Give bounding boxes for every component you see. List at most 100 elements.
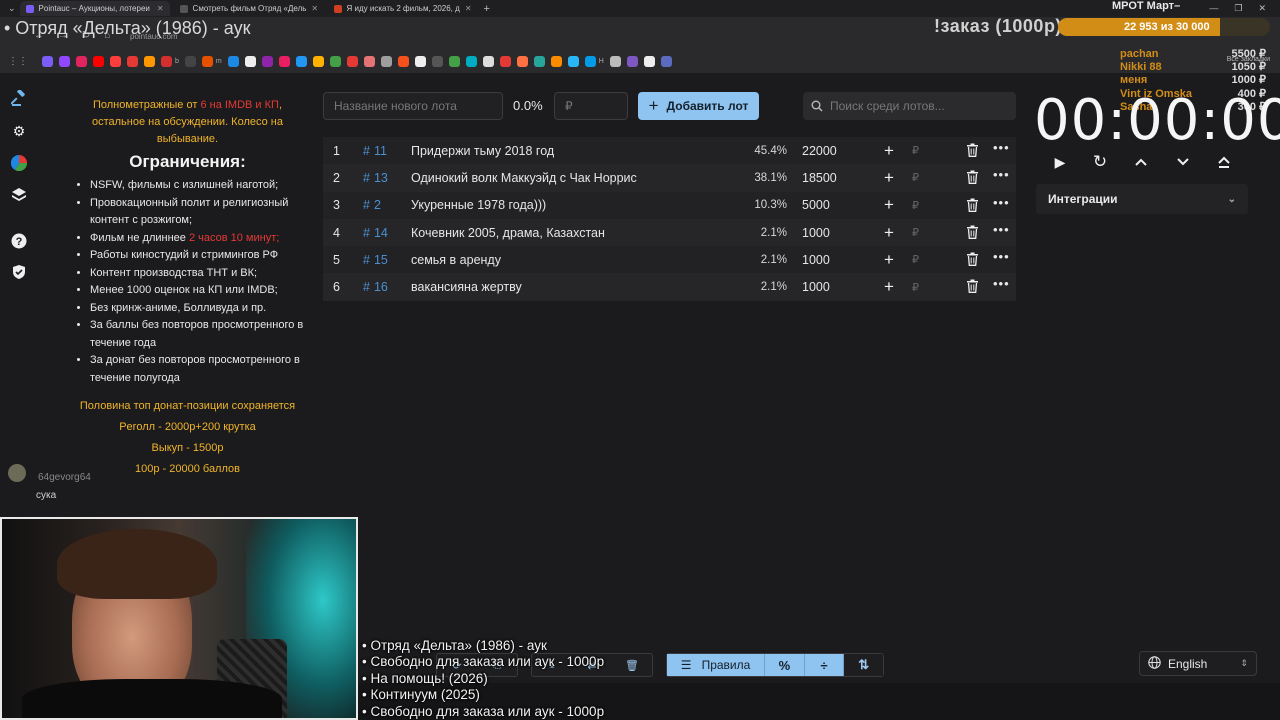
currency-input[interactable]: ₽ (912, 281, 919, 294)
bookmark-icon[interactable] (144, 55, 155, 67)
bookmark-icon[interactable] (643, 55, 655, 67)
bookmark-icon[interactable] (227, 55, 239, 67)
bookmark-icon[interactable] (59, 55, 70, 67)
divide-toggle-icon[interactable]: ÷ (803, 654, 844, 676)
bookmark-icon[interactable] (567, 55, 579, 67)
percent-toggle-icon[interactable]: % (764, 654, 804, 676)
new-lot-price-input[interactable] (554, 92, 628, 120)
tab-search[interactable]: Я иду искать 2 фильм, 2026, д ✕ (328, 1, 478, 16)
lot-id[interactable]: #14 (363, 226, 388, 240)
lot-amount[interactable]: 18500 (802, 171, 837, 185)
lot-name[interactable]: вакансияна жертву (411, 280, 522, 294)
currency-input[interactable]: ₽ (912, 226, 919, 239)
bookmark-icon[interactable] (278, 55, 290, 67)
gavel-icon[interactable] (10, 89, 28, 107)
new-lot-name-input[interactable] (323, 92, 503, 120)
bookmark-icon[interactable] (346, 55, 358, 67)
lot-name[interactable]: Кочевник 2005, драма, Казахстан (411, 226, 605, 240)
bookmark-icon[interactable] (312, 55, 324, 67)
delete-icon[interactable] (966, 198, 979, 212)
play-icon[interactable]: ▶ (1050, 152, 1070, 172)
bookmark-icon[interactable] (184, 55, 196, 67)
search-input[interactable] (823, 99, 1003, 113)
lot-name[interactable]: Укуренные 1978 года))) (411, 198, 546, 212)
lot-name[interactable]: Придержи тьму 2018 год (411, 144, 554, 158)
tab-list-icon[interactable]: ⌄ (8, 3, 16, 14)
bookmark-icon[interactable] (76, 55, 87, 67)
bookmark-icon[interactable] (584, 55, 596, 67)
tab-movie[interactable]: Смотреть фильм Отряд «Дель ✕ (174, 1, 324, 16)
more-options-icon[interactable]: ••• (993, 276, 1010, 291)
bookmark-icon[interactable] (329, 55, 341, 67)
restore-icon[interactable]: ❐ (1234, 3, 1242, 14)
bookmark-icon[interactable] (465, 55, 477, 67)
delete-icon[interactable] (966, 252, 979, 267)
lot-amount[interactable]: 5000 (802, 198, 830, 212)
close-icon[interactable]: ✕ (311, 4, 318, 13)
add-amount-icon[interactable]: + (884, 250, 894, 270)
close-icon[interactable]: ✕ (157, 4, 164, 13)
bookmark-icon[interactable] (550, 55, 562, 67)
currency-input[interactable]: ₽ (912, 253, 919, 266)
language-select[interactable]: English ⇕ (1139, 651, 1257, 676)
delete-icon[interactable] (966, 170, 979, 185)
bookmark-icon[interactable] (244, 55, 256, 67)
wheel-icon[interactable] (10, 154, 28, 172)
close-icon[interactable]: ✕ (465, 4, 472, 13)
lot-id[interactable]: #16 (363, 280, 388, 294)
add-amount-icon[interactable]: + (884, 223, 894, 243)
bookmark-icon[interactable] (609, 55, 621, 67)
bookmark-icon[interactable] (201, 55, 213, 67)
add-amount-icon[interactable]: + (884, 195, 894, 215)
lot-amount[interactable]: 1000 (802, 226, 830, 240)
bookmark-icon[interactable] (448, 55, 460, 67)
apps-icon[interactable]: ⋮⋮ (8, 56, 28, 67)
lot-id[interactable]: #11 (363, 144, 387, 158)
bookmark-icon[interactable] (626, 55, 638, 67)
bookmark-icon[interactable] (127, 55, 138, 67)
add-lot-button[interactable]: + Добавить лот (638, 92, 759, 120)
max-time-icon[interactable] (1214, 152, 1234, 172)
delete-icon[interactable] (966, 143, 979, 157)
more-options-icon[interactable]: ••• (993, 249, 1010, 264)
bookmark-icon[interactable] (295, 55, 307, 67)
decrease-time-icon[interactable] (1173, 152, 1193, 172)
currency-input[interactable]: ₽ (912, 171, 919, 184)
more-options-icon[interactable]: ••• (993, 167, 1010, 182)
sort-toggle-icon[interactable]: ⇅ (843, 654, 884, 676)
lot-id[interactable]: #15 (363, 253, 388, 267)
minimize-icon[interactable]: — (1209, 3, 1218, 14)
rules-toggle-button[interactable]: ☰ Правила (667, 654, 765, 676)
bookmark-icon[interactable] (482, 55, 494, 67)
currency-input[interactable]: ₽ (912, 199, 919, 212)
add-amount-icon[interactable]: + (884, 141, 894, 161)
bookmark-icon[interactable] (414, 55, 426, 67)
bookmark-icon[interactable] (110, 55, 121, 67)
delete-icon[interactable] (966, 279, 979, 294)
shield-icon[interactable] (10, 263, 28, 281)
bookmark-icon[interactable] (161, 55, 172, 67)
bookmark-icon[interactable] (42, 55, 53, 67)
bookmark-icon[interactable] (660, 55, 672, 67)
help-icon[interactable]: ? (10, 232, 28, 250)
more-options-icon[interactable]: ••• (993, 222, 1010, 237)
bookmark-icon[interactable] (261, 55, 273, 67)
bookmark-icon[interactable] (363, 55, 375, 67)
lot-id[interactable]: #13 (363, 171, 388, 185)
lot-amount[interactable]: 1000 (802, 280, 830, 294)
bookmark-icon[interactable] (380, 55, 392, 67)
lot-amount[interactable]: 22000 (802, 144, 837, 158)
more-options-icon[interactable]: ••• (993, 195, 1010, 210)
currency-input[interactable]: ₽ (912, 144, 919, 157)
bookmark-icon[interactable] (431, 55, 443, 67)
settings-icon[interactable]: ⚙ (10, 122, 28, 140)
reset-icon[interactable]: ↻ (1090, 152, 1110, 172)
delete-icon[interactable] (966, 225, 979, 239)
bookmark-icon[interactable] (533, 55, 545, 67)
layers-icon[interactable] (10, 186, 28, 204)
integrations-accordion[interactable]: Интеграции ⌄ (1036, 184, 1248, 214)
bookmark-icon[interactable] (93, 55, 104, 67)
new-tab-icon[interactable]: + (484, 3, 490, 15)
bookmark-icon[interactable] (499, 55, 511, 67)
tab-pointauc[interactable]: Pointauc – Аукционы, лотереи ✕ (19, 1, 170, 16)
